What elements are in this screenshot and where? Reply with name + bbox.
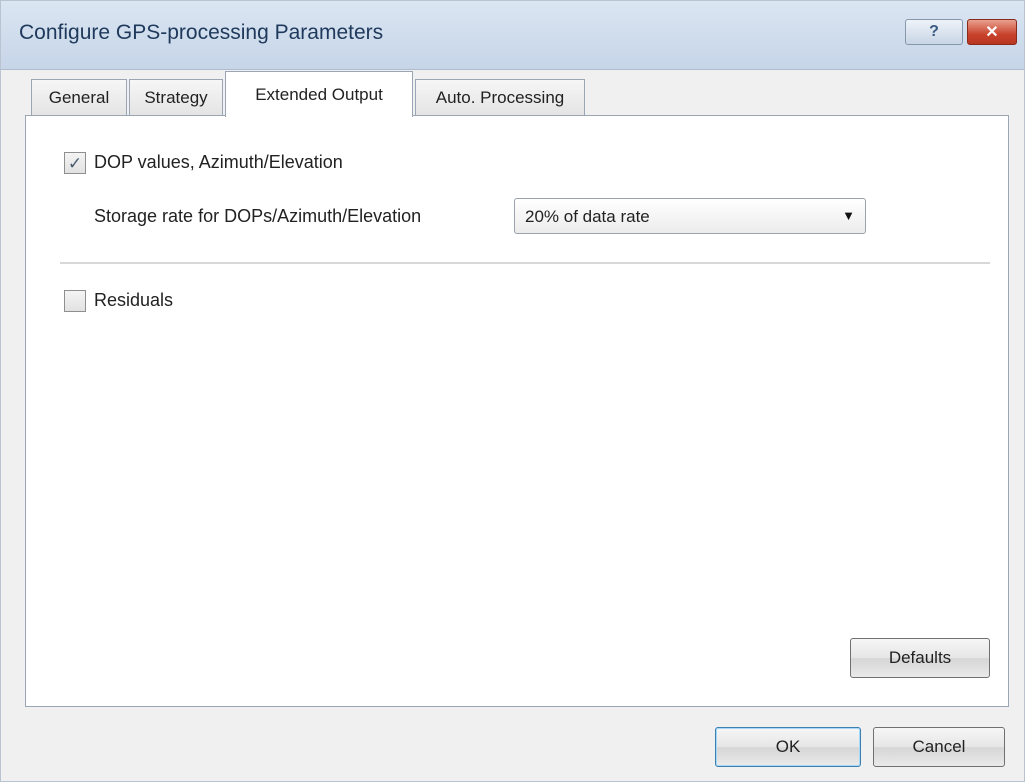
tab-label: Extended Output [255, 84, 383, 104]
residuals-label: Residuals [94, 290, 174, 310]
tab-label: Auto. Processing [435, 87, 565, 107]
close-button[interactable]: ✕ [967, 19, 1017, 45]
ok-button[interactable]: OK [715, 727, 861, 767]
cancel-button-label: Cancel [912, 737, 966, 756]
title-bar[interactable]: Configure GPS-processing Parameters ? ✕ [1, 1, 1024, 70]
cancel-button[interactable]: Cancel [873, 727, 1005, 767]
dropdown-arrow-icon[interactable]: ▼ [842, 208, 855, 223]
tab-auto-processing[interactable]: Auto. Processing [415, 79, 585, 115]
dop-label: DOP values, Azimuth/Elevation [94, 152, 343, 172]
tab-label: General [48, 87, 110, 107]
tab-extended-output[interactable]: Extended Output [225, 71, 413, 117]
storage-rate-select[interactable]: 20% of data rate ▼ [514, 198, 866, 234]
checkmark-icon: ✓ [67, 153, 83, 173]
storage-rate-label: Storage rate for DOPs/Azimuth/Elevation [94, 206, 422, 226]
dialog-title: Configure GPS-processing Parameters [19, 21, 384, 44]
residuals-checkbox[interactable] [64, 290, 86, 312]
close-icon: ✕ [985, 24, 999, 41]
section-separator [60, 262, 990, 265]
dialog-window: Configure GPS-processing Parameters ? ✕ … [0, 0, 1025, 782]
help-icon: ? [929, 23, 939, 40]
tab-general[interactable]: General [31, 79, 127, 115]
tab-strategy[interactable]: Strategy [129, 79, 223, 115]
defaults-button-label: Defaults [888, 648, 952, 667]
defaults-button[interactable]: Defaults [850, 638, 990, 678]
ok-button-label: OK [775, 737, 801, 756]
help-button[interactable]: ? [905, 19, 963, 45]
storage-rate-value: 20% of data rate [525, 207, 650, 226]
tab-label: Strategy [144, 87, 208, 107]
dop-checkbox[interactable]: ✓ [64, 152, 86, 174]
extended-output-panel: ✓ DOP values, Azimuth/Elevation Storage … [25, 115, 1009, 707]
